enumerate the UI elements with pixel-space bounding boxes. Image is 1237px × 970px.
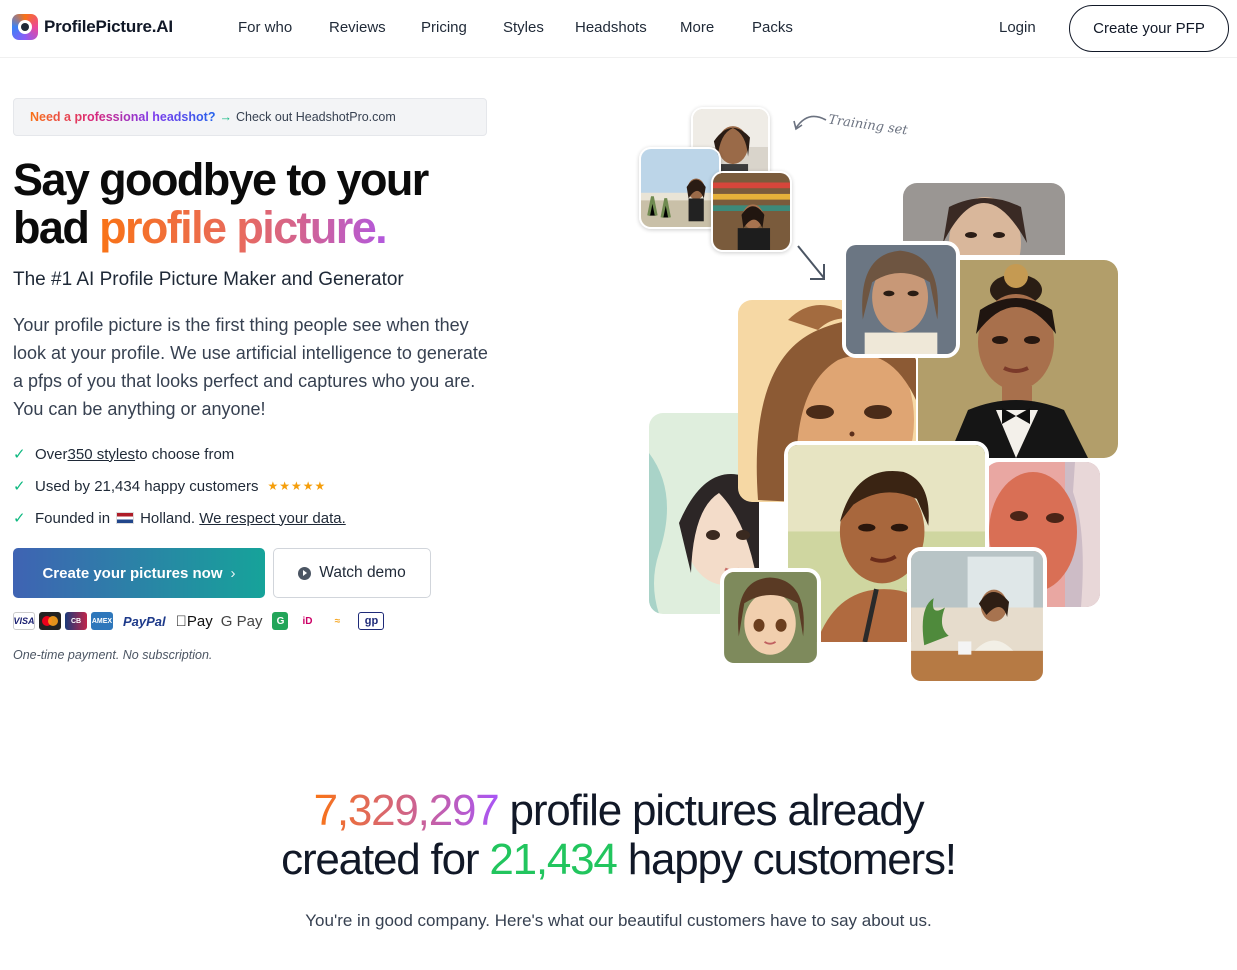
create-pictures-label: Create your pictures now xyxy=(42,564,223,582)
feature-styles: ✓ Over 350 styles to choose from xyxy=(13,438,346,470)
training-set-label: Training set xyxy=(827,112,909,139)
feature-list: ✓ Over 350 styles to choose from ✓ Used … xyxy=(13,438,346,534)
portrait-anime-cartoon-image xyxy=(724,572,817,663)
brand-logo-icon xyxy=(12,14,38,40)
headline-line-1: Say goodbye to your xyxy=(13,154,429,205)
stats-heading: 7,329,297 profile pictures already creat… xyxy=(0,786,1237,884)
headshot-promo-banner[interactable]: Need a professional headshot? → Check ou… xyxy=(13,98,487,136)
stats-line-2-post: happy customers! xyxy=(616,835,957,884)
payment-methods: VISA CB AMEX PayPal Pay G Pay G iD ≈ gp xyxy=(13,612,385,630)
training-photo-3 xyxy=(711,171,792,252)
nav-link-pricing[interactable]: Pricing xyxy=(421,19,503,36)
nav-link-packs[interactable]: Packs xyxy=(752,19,793,36)
giropay-icon: gp xyxy=(358,612,385,630)
hero-description: Your profile picture is the first thing … xyxy=(13,315,488,419)
chevron-right-icon: › xyxy=(230,564,236,582)
top-nav: ProfilePicture.AI For who Reviews Pricin… xyxy=(0,0,1237,58)
brand-name: ProfilePicture.AI xyxy=(44,17,173,36)
play-icon xyxy=(298,566,312,580)
feature-customers: ✓ Used by 21,434 happy customers ★★★★★ xyxy=(13,470,346,502)
training-photo-2 xyxy=(639,147,721,229)
apple-pay-label: Pay xyxy=(175,612,213,630)
nav-link-styles[interactable]: Styles xyxy=(503,19,575,36)
check-icon: ✓ xyxy=(13,446,26,463)
create-pfp-button[interactable]: Create your PFP xyxy=(1069,5,1229,52)
promo-link[interactable]: Check out HeadshotPro.com xyxy=(236,110,396,124)
portrait-anime-small xyxy=(842,241,960,358)
ideal-icon: iD xyxy=(291,615,312,627)
pictures-count: 7,329,297 xyxy=(313,786,500,835)
portrait-anime-cartoon xyxy=(720,568,821,667)
privacy-link[interactable]: We respect your data. xyxy=(199,510,345,527)
stats-line-2-pre: created for xyxy=(281,835,490,884)
curved-arrow-icon xyxy=(793,115,827,131)
nav-link-more[interactable]: More xyxy=(680,19,752,36)
feature-customers-text: Used by 21,434 happy customers xyxy=(35,477,259,495)
hero-subheading: The #1 AI Profile Picture Maker and Gene… xyxy=(13,269,404,290)
portrait-cafe-image xyxy=(911,551,1043,681)
watch-demo-button[interactable]: Watch demo xyxy=(273,548,431,598)
login-link[interactable]: Login xyxy=(999,19,1036,36)
mastercard-icon xyxy=(39,612,61,630)
promo-lead-text: Need a professional headshot? xyxy=(30,110,216,124)
arrow-right-icon: → xyxy=(219,110,232,124)
hero-headline: Say goodbye to your bad profile picture. xyxy=(13,154,429,253)
headline-accent: profile picture. xyxy=(99,202,388,253)
feature-styles-post: to choose from xyxy=(135,445,235,463)
nav-links: For who Reviews Pricing Styles Headshots… xyxy=(238,19,793,36)
customers-count: 21,434 xyxy=(489,835,618,884)
nav-link-for-who[interactable]: For who xyxy=(238,19,329,36)
nav-link-headshots[interactable]: Headshots xyxy=(575,19,680,36)
create-pictures-button[interactable]: Create your pictures now › xyxy=(13,548,265,598)
rating-stars-icon: ★★★★★ xyxy=(267,479,327,493)
training-photo-2-image xyxy=(641,149,719,227)
headline-line-2-plain: bad xyxy=(13,202,100,253)
watch-demo-label: Watch demo xyxy=(319,564,406,581)
check-icon: ✓ xyxy=(13,510,26,527)
paypal-icon: PayPal xyxy=(123,613,166,629)
apple-logo-icon:  xyxy=(176,613,187,630)
feature-founded: ✓ Founded in Holland. We respect your da… xyxy=(13,502,346,534)
portrait-cafe xyxy=(907,547,1047,685)
training-photo-3-image xyxy=(713,173,790,250)
payment-note: One-time payment. No subscription. xyxy=(13,648,213,662)
netherlands-flag-icon xyxy=(116,512,135,524)
google-pay-icon: G Pay xyxy=(209,612,263,630)
feature-founded-pre: Founded in xyxy=(35,509,111,527)
arrow-down-right-icon xyxy=(797,245,825,280)
portrait-anime-small-image xyxy=(846,245,956,354)
visa-icon: VISA xyxy=(13,612,35,630)
amex-icon: AMEX xyxy=(91,612,113,630)
bancontact-icon: ≈ xyxy=(323,615,341,627)
testimonials-intro: You're in good company. Here's what our … xyxy=(305,911,932,930)
check-icon: ✓ xyxy=(13,478,26,495)
styles-link[interactable]: 350 styles xyxy=(68,446,136,463)
feature-styles-pre: Over xyxy=(35,445,68,463)
stats-line-1: profile pictures already xyxy=(498,786,925,835)
brand-logo[interactable]: ProfilePicture.AI xyxy=(12,14,173,40)
nav-link-reviews[interactable]: Reviews xyxy=(329,19,421,36)
giropay-g-icon: G xyxy=(272,612,289,630)
carte-bancaire-icon: CB xyxy=(65,612,87,630)
feature-founded-country: Holland. xyxy=(140,509,196,527)
apple-pay-icon: Pay xyxy=(176,612,213,630)
